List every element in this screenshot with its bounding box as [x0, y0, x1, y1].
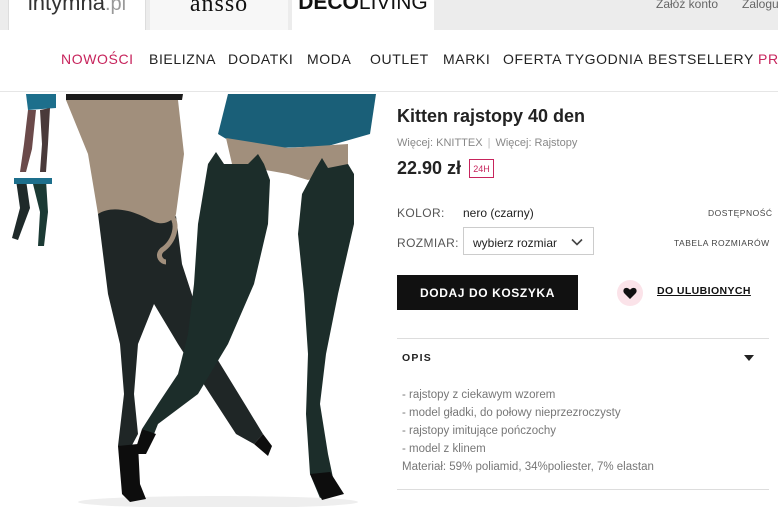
nav-item-promocje[interactable]: PR — [758, 51, 778, 67]
decoliving-logo: DECOLIVING — [298, 0, 428, 14]
wishlist-icon-button[interactable] — [617, 280, 643, 306]
size-select-value: wybierz rozmiar — [473, 236, 558, 250]
size-table-link[interactable]: TABELA ROZMIARÓW — [674, 238, 770, 248]
nav-item-oferta-tygodnia[interactable]: OFERTA TYGODNIA — [503, 51, 643, 67]
meta-separator: | — [487, 137, 491, 149]
description-line: - model z klinem — [402, 443, 486, 455]
nav-item-bestsellery[interactable]: BESTSELLERY — [648, 51, 754, 67]
more-brand-link[interactable]: Więcej: KNITTEX — [397, 137, 483, 149]
description-list: - rajstopy z ciekawym wzorem - model gła… — [402, 386, 654, 476]
description-line: - rajstopy z ciekawym wzorem — [402, 389, 556, 401]
nav-item-bielizna[interactable]: BIELIZNA — [149, 51, 216, 67]
product-main-image[interactable] — [58, 94, 376, 507]
nav-item-nowosci[interactable]: NOWOŚCI — [61, 51, 134, 67]
color-value: nero (czarny) — [463, 206, 534, 220]
divider — [397, 338, 769, 339]
login-link[interactable]: Zalogu — [742, 0, 778, 11]
caret-down-icon[interactable] — [744, 355, 754, 361]
add-to-wishlist-link[interactable]: DO ULUBIONYCH — [657, 285, 751, 297]
product-thumbnail-2[interactable] — [6, 178, 56, 250]
site-tab-intymna[interactable]: intymna.pl — [8, 0, 146, 30]
availability-link[interactable]: DOSTĘPNOŚĆ — [708, 208, 773, 218]
product-meta: Więcej: KNITTEX | Więcej: Rajstopy — [397, 137, 577, 149]
chevron-down-icon — [571, 238, 583, 246]
product-thumbnail-1[interactable] — [6, 94, 56, 174]
product-title: Kitten rajstopy 40 den — [397, 106, 586, 126]
description-line: - model gładki, do połowy nieprzezroczys… — [402, 407, 621, 419]
top-bar: intymna.pl ansso DECOLIVING Załóż konto … — [0, 0, 778, 30]
nav-item-marki[interactable]: MARKI — [443, 51, 490, 67]
main-navigation: NOWOŚCI BIELIZNA DODATKI MODA OUTLET MAR… — [0, 30, 778, 92]
nav-item-moda[interactable]: MODA — [307, 51, 351, 67]
description-heading[interactable]: OPIS — [402, 352, 432, 364]
description-line: Materiał: 59% poliamid, 34%poliester, 7%… — [402, 461, 654, 473]
answear-logo: ansso — [189, 0, 249, 17]
divider — [397, 489, 769, 490]
site-tab-answear[interactable]: ansso — [150, 0, 288, 30]
nav-item-outlet[interactable]: OUTLET — [370, 51, 429, 67]
size-select[interactable]: wybierz rozmiar — [463, 227, 594, 255]
add-to-cart-button[interactable]: DODAJ DO KOSZYKA — [397, 275, 578, 310]
color-label: KOLOR: — [397, 206, 445, 220]
size-label: ROZMIAR: — [397, 236, 459, 250]
delivery-24h-badge: 24H — [469, 159, 494, 178]
product-price: 22.90 zł — [397, 158, 462, 178]
intymna-logo: intymna.pl — [27, 0, 127, 15]
site-tab-decoliving[interactable]: DECOLIVING — [292, 0, 434, 30]
heart-icon — [623, 287, 637, 299]
more-category-link[interactable]: Więcej: Rajstopy — [495, 137, 577, 149]
nav-item-dodatki[interactable]: DODATKI — [228, 51, 293, 67]
register-link[interactable]: Załóż konto — [656, 0, 718, 11]
description-line: - rajstopy imitujące pończochy — [402, 425, 557, 437]
